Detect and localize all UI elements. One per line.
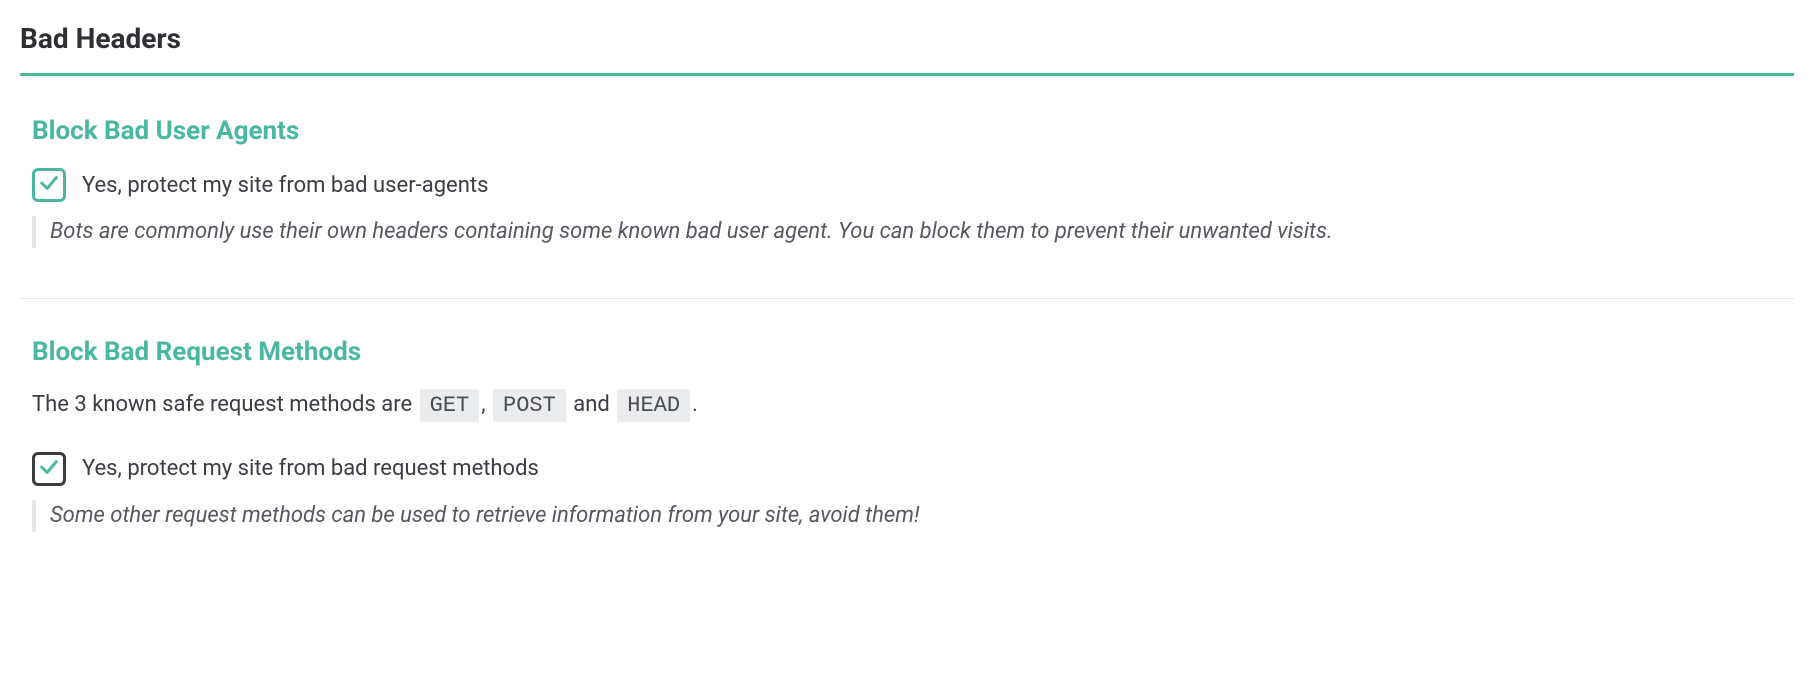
section-title-request-methods: Block Bad Request Methods (32, 337, 1794, 367)
check-icon (38, 172, 60, 198)
panel-underline (20, 73, 1794, 76)
intro-sep-and: and (568, 392, 615, 417)
section-block-bad-request-methods: Block Bad Request Methods The 3 known sa… (20, 329, 1794, 542)
section-title-user-agents: Block Bad User Agents (32, 116, 1794, 146)
checkbox-label-user-agents: Yes, protect my site from bad user-agent… (82, 173, 488, 198)
intro-text-suffix: . (692, 392, 698, 417)
section-divider (20, 298, 1794, 299)
method-chip-get: GET (420, 389, 480, 422)
panel-title: Bad Headers (20, 22, 1794, 55)
method-chip-head: HEAD (617, 389, 690, 422)
checkbox-block-bad-user-agents[interactable] (32, 168, 66, 202)
check-icon (38, 456, 60, 482)
hint-user-agents: Bots are commonly use their own headers … (32, 216, 1794, 248)
intro-text-prefix: The 3 known safe request methods are (32, 392, 418, 417)
checkbox-row-request-methods: Yes, protect my site from bad request me… (32, 452, 1794, 486)
request-methods-intro: The 3 known safe request methods are GET… (32, 389, 1794, 422)
hint-request-methods: Some other request methods can be used t… (32, 500, 1794, 532)
intro-sep-comma: , (481, 392, 491, 417)
checkbox-block-bad-request-methods[interactable] (32, 452, 66, 486)
section-block-bad-user-agents: Block Bad User Agents Yes, protect my si… (20, 108, 1794, 258)
checkbox-label-request-methods: Yes, protect my site from bad request me… (82, 456, 539, 481)
method-chip-post: POST (493, 389, 566, 422)
settings-panel: Bad Headers Block Bad User Agents Yes, p… (0, 0, 1814, 582)
checkbox-row-user-agents: Yes, protect my site from bad user-agent… (32, 168, 1794, 202)
